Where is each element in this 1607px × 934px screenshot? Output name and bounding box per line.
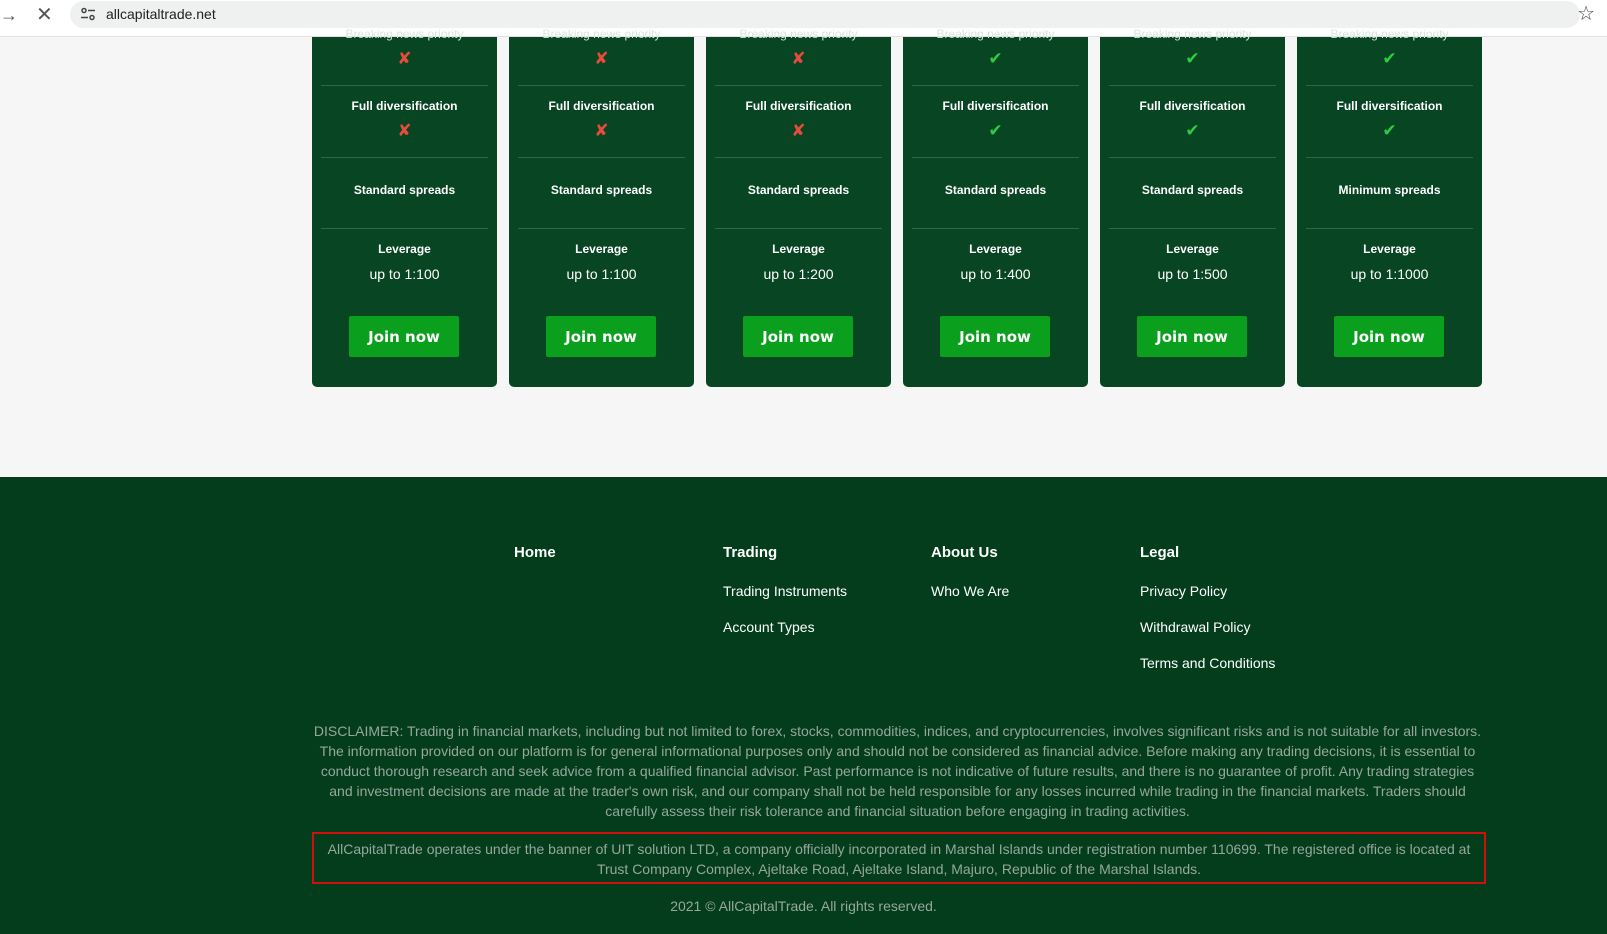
- divider: [1306, 228, 1473, 229]
- leverage-label: Leverage: [378, 242, 431, 256]
- news-priority-label: Breaking news priority: [1133, 27, 1252, 41]
- footer: Home Trading Trading Instruments Account Ty…: [0, 477, 1607, 934]
- check-icon: ✔: [1185, 121, 1200, 140]
- news-priority-label: Breaking news priority: [739, 27, 858, 41]
- account-card: Breaking news priority ✔ Full diversificat…: [1100, 27, 1285, 387]
- diversification-label: Full diversification: [745, 99, 852, 113]
- cross-icon: ✘: [594, 49, 609, 68]
- footer-heading[interactable]: Home: [514, 544, 556, 561]
- join-now-button[interactable]: Join now: [940, 316, 1050, 357]
- diversification-label: Full diversification: [548, 99, 655, 113]
- spreads-label: Standard spreads: [747, 183, 850, 197]
- join-now-button[interactable]: Join now: [1137, 316, 1247, 357]
- spreads-label: Standard spreads: [353, 183, 456, 197]
- news-priority-label: Breaking news priority: [1330, 27, 1449, 41]
- diversification-label: Full diversification: [942, 99, 1049, 113]
- diversification-label: Full diversification: [1139, 99, 1246, 113]
- divider: [321, 157, 488, 158]
- leverage-value: up to 1:500: [1157, 266, 1228, 282]
- address-bar[interactable]: allcapitaltrade.net: [70, 1, 1580, 28]
- join-now-button[interactable]: Join now: [349, 316, 459, 357]
- check-icon: ✔: [988, 49, 1003, 68]
- divider: [1109, 228, 1276, 229]
- spreads-label: Standard spreads: [1141, 183, 1244, 197]
- url-text[interactable]: allcapitaltrade.net: [106, 6, 216, 22]
- account-card: Breaking news priority ✘ Full diversificat…: [706, 27, 891, 387]
- check-icon: ✔: [1382, 121, 1397, 140]
- divider: [1109, 157, 1276, 158]
- divider: [321, 85, 488, 86]
- account-card: Breaking news priority ✘ Full diversificat…: [509, 27, 694, 387]
- news-priority-label: Breaking news priority: [936, 27, 1055, 41]
- footer-link[interactable]: Terms and Conditions: [1140, 655, 1275, 671]
- cross-icon: ✘: [397, 121, 412, 140]
- check-icon: ✔: [988, 121, 1003, 140]
- company-info-highlight: AllCapitalTrade operates under the banne…: [312, 832, 1486, 884]
- footer-link[interactable]: Privacy Policy: [1140, 583, 1227, 599]
- footer-link[interactable]: Account Types: [723, 619, 815, 635]
- leverage-value: up to 1:100: [369, 266, 440, 282]
- spreads-label: Minimum spreads: [1338, 183, 1441, 197]
- divider: [518, 157, 685, 158]
- footer-heading[interactable]: About Us: [931, 544, 998, 561]
- join-now-button[interactable]: Join now: [1334, 316, 1444, 357]
- check-icon: ✔: [1185, 49, 1200, 68]
- divider: [715, 85, 882, 86]
- divider: [518, 228, 685, 229]
- leverage-label: Leverage: [772, 242, 825, 256]
- divider: [912, 157, 1079, 158]
- cross-icon: ✘: [791, 121, 806, 140]
- star-icon[interactable]: ☆: [1577, 1, 1595, 26]
- news-priority-label: Breaking news priority: [542, 27, 661, 41]
- leverage-label: Leverage: [1166, 242, 1219, 256]
- divider: [1306, 85, 1473, 86]
- join-now-button[interactable]: Join now: [546, 316, 656, 357]
- divider: [321, 228, 488, 229]
- cross-icon: ✘: [791, 49, 806, 68]
- footer-link[interactable]: Who We Are: [931, 583, 1009, 599]
- divider: [715, 157, 882, 158]
- check-icon: ✔: [1382, 49, 1397, 68]
- cross-icon: ✘: [594, 121, 609, 140]
- account-card: Breaking news priority ✔ Full diversificat…: [1297, 27, 1482, 387]
- copyright-text: 2021 © AllCapitalTrade. All rights reser…: [670, 898, 937, 914]
- news-priority-label: Breaking news priority: [345, 27, 464, 41]
- cross-icon: ✘: [397, 49, 412, 68]
- join-now-button[interactable]: Join now: [743, 316, 853, 357]
- footer-heading[interactable]: Legal: [1140, 544, 1179, 561]
- account-card: Breaking news priority ✘ Full diversificat…: [312, 27, 497, 387]
- diversification-label: Full diversification: [1336, 99, 1443, 113]
- footer-link[interactable]: Trading Instruments: [723, 583, 847, 599]
- leverage-label: Leverage: [575, 242, 628, 256]
- divider: [912, 85, 1079, 86]
- leverage-value: up to 1:200: [763, 266, 834, 282]
- divider: [715, 228, 882, 229]
- disclaimer-text: DISCLAIMER: Trading in financial markets…: [313, 723, 1482, 819]
- leverage-label: Leverage: [1363, 242, 1416, 256]
- account-cards: Breaking news priority ✘ Full diversificat…: [0, 27, 1607, 477]
- leverage-value: up to 1:100: [566, 266, 637, 282]
- site-info-icon[interactable]: [80, 6, 96, 22]
- footer-link[interactable]: Withdrawal Policy: [1140, 619, 1250, 635]
- leverage-value: up to 1:400: [960, 266, 1031, 282]
- account-card: Breaking news priority ✔ Full diversificat…: [903, 27, 1088, 387]
- divider: [518, 85, 685, 86]
- spreads-label: Standard spreads: [550, 183, 653, 197]
- diversification-label: Full diversification: [351, 99, 458, 113]
- footer-heading[interactable]: Trading: [723, 544, 777, 561]
- close-icon[interactable]: ✕: [36, 5, 53, 25]
- divider: [1306, 157, 1473, 158]
- spreads-label: Standard spreads: [944, 183, 1047, 197]
- arrow-right-icon[interactable]: →: [0, 6, 18, 24]
- divider: [1109, 85, 1276, 86]
- leverage-value: up to 1:1000: [1350, 266, 1429, 282]
- divider: [912, 228, 1079, 229]
- leverage-label: Leverage: [969, 242, 1022, 256]
